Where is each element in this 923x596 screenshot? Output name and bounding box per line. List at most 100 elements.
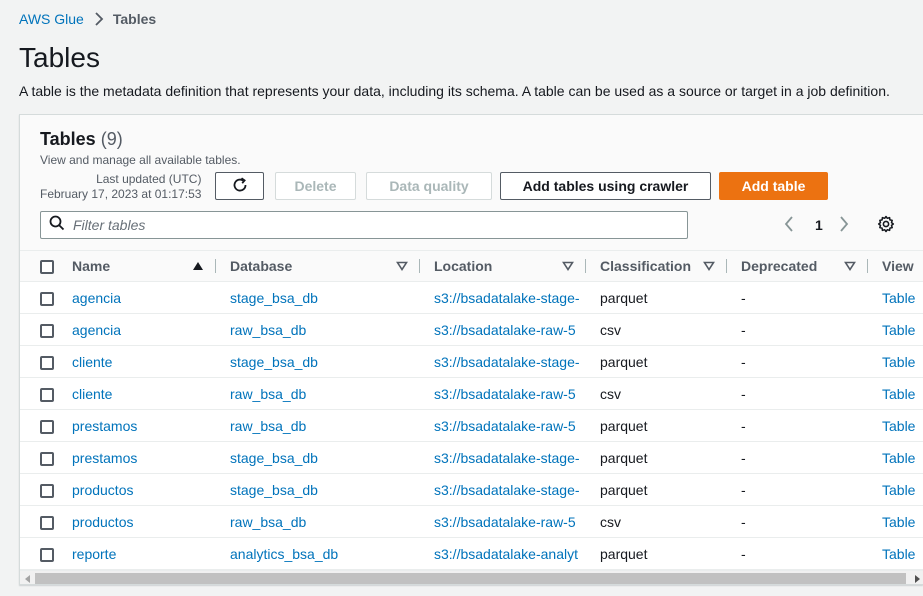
page-description: A table is the metadata definition that …: [19, 83, 890, 99]
column-header-view[interactable]: View: [868, 251, 923, 282]
data-quality-button[interactable]: Data quality: [366, 172, 492, 200]
database-link[interactable]: stage_bsa_db: [216, 345, 420, 378]
column-header-location-label: Location: [434, 258, 493, 274]
column-header-classification[interactable]: Classification: [586, 251, 727, 282]
table-row[interactable]: productos stage_bsa_db s3://bsadatalake-st…: [20, 473, 923, 506]
row-checkbox[interactable]: [40, 483, 54, 498]
view-data-link[interactable]: Table: [868, 537, 923, 570]
select-all-cell: [20, 251, 72, 282]
table-row[interactable]: prestamos stage_bsa_db s3://bsadatalake-st…: [20, 441, 923, 474]
location-link[interactable]: s3://bsadatalake-raw-5: [420, 409, 586, 442]
add-tables-using-crawler-button[interactable]: Add tables using crawler: [500, 172, 711, 200]
location-link[interactable]: s3://bsadatalake-stage-: [420, 345, 586, 378]
location-link[interactable]: s3://bsadatalake-raw-5: [420, 377, 586, 410]
table-name-link[interactable]: productos: [72, 473, 216, 506]
deprecated-cell: -: [727, 505, 868, 538]
table-row[interactable]: agencia stage_bsa_db s3://bsadatalake-stag…: [20, 281, 923, 314]
refresh-button[interactable]: [215, 172, 264, 200]
filter-tables-field[interactable]: [40, 211, 688, 239]
database-link[interactable]: stage_bsa_db: [216, 441, 420, 474]
scroll-left-icon[interactable]: [20, 571, 35, 584]
table-name-link[interactable]: reporte: [72, 537, 216, 570]
breadcrumb-aws-glue-link[interactable]: AWS Glue: [19, 11, 84, 27]
view-data-link[interactable]: Table: [868, 345, 923, 378]
row-select-cell: [20, 313, 72, 346]
location-link[interactable]: s3://bsadatalake-analyt: [420, 537, 586, 570]
database-link[interactable]: stage_bsa_db: [216, 281, 420, 314]
database-link[interactable]: raw_bsa_db: [216, 409, 420, 442]
tables-table: Name Database Location Classification De…: [20, 251, 923, 570]
preferences-button[interactable]: [877, 215, 895, 238]
filter-tables-input[interactable]: [73, 217, 633, 233]
classification-cell: csv: [586, 313, 727, 346]
table-name-link[interactable]: productos: [72, 505, 216, 538]
classification-cell: parquet: [586, 345, 727, 378]
column-header-name[interactable]: Name: [72, 251, 216, 282]
view-data-link[interactable]: Table: [868, 409, 923, 442]
breadcrumb-current: Tables: [112, 11, 157, 27]
database-link[interactable]: raw_bsa_db: [216, 313, 420, 346]
row-checkbox[interactable]: [40, 387, 54, 402]
classification-cell: parquet: [586, 441, 727, 474]
table-name-link[interactable]: cliente: [72, 345, 216, 378]
table-row[interactable]: productos raw_bsa_db s3://bsadatalake-raw-…: [20, 505, 923, 538]
table-row[interactable]: cliente stage_bsa_db s3://bsadatalake-stag…: [20, 345, 923, 378]
column-header-database-label: Database: [230, 258, 293, 274]
row-select-cell: [20, 345, 72, 378]
location-link[interactable]: s3://bsadatalake-raw-5: [420, 313, 586, 346]
view-data-link[interactable]: Table: [868, 473, 923, 506]
table-row[interactable]: agencia raw_bsa_db s3://bsadatalake-raw-5 c…: [20, 313, 923, 346]
database-link[interactable]: raw_bsa_db: [216, 377, 420, 410]
database-link[interactable]: stage_bsa_db: [216, 473, 420, 506]
add-table-button[interactable]: Add table: [719, 172, 828, 200]
current-page-number[interactable]: 1: [815, 217, 823, 233]
table-name-link[interactable]: agencia: [72, 281, 216, 314]
next-page-button[interactable]: [838, 215, 850, 238]
row-checkbox[interactable]: [40, 291, 54, 306]
deprecated-cell: -: [727, 377, 868, 410]
view-data-link[interactable]: Table: [868, 281, 923, 314]
table-name-link[interactable]: prestamos: [72, 441, 216, 474]
row-select-cell: [20, 505, 72, 538]
select-all-checkbox[interactable]: [40, 260, 54, 275]
location-link[interactable]: s3://bsadatalake-stage-: [420, 441, 586, 474]
column-header-database[interactable]: Database: [216, 251, 420, 282]
column-header-deprecated[interactable]: Deprecated: [727, 251, 868, 282]
table-name-link[interactable]: agencia: [72, 313, 216, 346]
database-link[interactable]: analytics_bsa_db: [216, 537, 420, 570]
database-link[interactable]: raw_bsa_db: [216, 505, 420, 538]
deprecated-cell: -: [727, 313, 868, 346]
table-name-link[interactable]: cliente: [72, 377, 216, 410]
row-checkbox[interactable]: [40, 547, 54, 562]
view-data-link[interactable]: Table: [868, 505, 923, 538]
view-data-link[interactable]: Table: [868, 441, 923, 474]
search-icon: [49, 215, 65, 236]
location-link[interactable]: s3://bsadatalake-raw-5: [420, 505, 586, 538]
scrollbar-thumb[interactable]: [35, 573, 906, 584]
table-row[interactable]: cliente raw_bsa_db s3://bsadatalake-raw-5 c…: [20, 377, 923, 410]
sort-ascending-icon: [192, 258, 204, 274]
view-data-link[interactable]: Table: [868, 313, 923, 346]
page-title: Tables: [19, 42, 100, 73]
table-name-link[interactable]: prestamos: [72, 409, 216, 442]
table-row[interactable]: prestamos raw_bsa_db s3://bsadatalake-raw-…: [20, 409, 923, 442]
row-checkbox[interactable]: [40, 515, 54, 530]
table-row[interactable]: reporte analytics_bsa_db s3://bsadatalake-…: [20, 537, 923, 570]
deprecated-cell: -: [727, 409, 868, 442]
row-checkbox[interactable]: [40, 451, 54, 466]
scroll-right-icon[interactable]: [909, 571, 923, 584]
classification-cell: parquet: [586, 409, 727, 442]
row-checkbox[interactable]: [40, 323, 54, 338]
column-header-location[interactable]: Location: [420, 251, 586, 282]
horizontal-scrollbar[interactable]: [20, 570, 923, 584]
last-updated: Last updated (UTC) February 17, 2023 at …: [40, 172, 201, 202]
delete-button[interactable]: Delete: [275, 172, 356, 200]
location-link[interactable]: s3://bsadatalake-stage-: [420, 473, 586, 506]
view-data-link[interactable]: Table: [868, 377, 923, 410]
previous-page-button[interactable]: [783, 215, 795, 238]
row-checkbox[interactable]: [40, 355, 54, 370]
table-count: (9): [100, 129, 123, 149]
row-checkbox[interactable]: [40, 419, 54, 434]
breadcrumb: AWS Glue Tables: [19, 11, 156, 27]
location-link[interactable]: s3://bsadatalake-stage-: [420, 281, 586, 314]
